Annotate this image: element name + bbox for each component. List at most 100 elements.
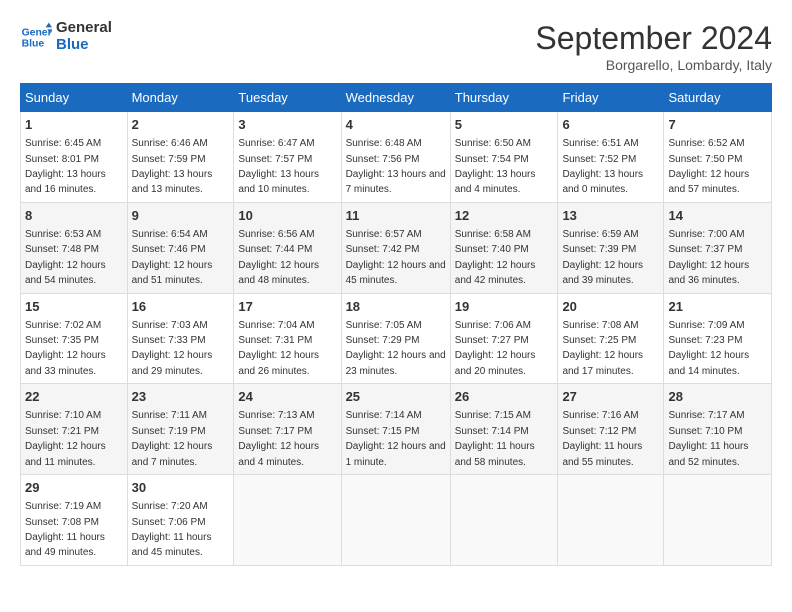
calendar-cell xyxy=(664,475,772,566)
calendar-table: SundayMondayTuesdayWednesdayThursdayFrid… xyxy=(20,83,772,566)
day-info: Sunrise: 6:51 AMSunset: 7:52 PMDaylight:… xyxy=(562,138,643,195)
location-subtitle: Borgarello, Lombardy, Italy xyxy=(535,57,772,73)
svg-text:Blue: Blue xyxy=(22,38,45,49)
header-monday: Monday xyxy=(127,84,234,112)
calendar-cell: 8 Sunrise: 6:53 AMSunset: 7:48 PMDayligh… xyxy=(21,202,128,293)
calendar-cell: 29 Sunrise: 7:19 AMSunset: 7:08 PMDaylig… xyxy=(21,475,128,566)
logo-icon: General Blue xyxy=(20,21,52,53)
day-info: Sunrise: 7:03 AMSunset: 7:33 PMDaylight:… xyxy=(132,320,213,377)
calendar-cell xyxy=(234,475,341,566)
calendar-cell: 19 Sunrise: 7:06 AMSunset: 7:27 PMDaylig… xyxy=(450,293,558,384)
calendar-cell: 3 Sunrise: 6:47 AMSunset: 7:57 PMDayligh… xyxy=(234,112,341,203)
calendar-cell: 20 Sunrise: 7:08 AMSunset: 7:25 PMDaylig… xyxy=(558,293,664,384)
calendar-cell: 1 Sunrise: 6:45 AMSunset: 8:01 PMDayligh… xyxy=(21,112,128,203)
day-number: 15 xyxy=(25,298,123,316)
calendar-week-4: 22 Sunrise: 7:10 AMSunset: 7:21 PMDaylig… xyxy=(21,384,772,475)
calendar-cell: 2 Sunrise: 6:46 AMSunset: 7:59 PMDayligh… xyxy=(127,112,234,203)
calendar-cell: 13 Sunrise: 6:59 AMSunset: 7:39 PMDaylig… xyxy=(558,202,664,293)
day-number: 17 xyxy=(238,298,336,316)
day-number: 7 xyxy=(668,116,767,134)
day-info: Sunrise: 7:16 AMSunset: 7:12 PMDaylight:… xyxy=(562,410,642,467)
calendar-cell: 5 Sunrise: 6:50 AMSunset: 7:54 PMDayligh… xyxy=(450,112,558,203)
day-info: Sunrise: 7:11 AMSunset: 7:19 PMDaylight:… xyxy=(132,410,213,467)
title-block: September 2024 Borgarello, Lombardy, Ita… xyxy=(535,20,772,73)
calendar-cell: 4 Sunrise: 6:48 AMSunset: 7:56 PMDayligh… xyxy=(341,112,450,203)
calendar-week-1: 1 Sunrise: 6:45 AMSunset: 8:01 PMDayligh… xyxy=(21,112,772,203)
header-thursday: Thursday xyxy=(450,84,558,112)
day-info: Sunrise: 6:47 AMSunset: 7:57 PMDaylight:… xyxy=(238,138,319,195)
day-number: 27 xyxy=(562,388,659,406)
calendar-week-5: 29 Sunrise: 7:19 AMSunset: 7:08 PMDaylig… xyxy=(21,475,772,566)
day-number: 4 xyxy=(346,116,446,134)
calendar-cell: 26 Sunrise: 7:15 AMSunset: 7:14 PMDaylig… xyxy=(450,384,558,475)
day-number: 18 xyxy=(346,298,446,316)
header-wednesday: Wednesday xyxy=(341,84,450,112)
day-info: Sunrise: 7:17 AMSunset: 7:10 PMDaylight:… xyxy=(668,410,748,467)
day-number: 10 xyxy=(238,207,336,225)
day-number: 5 xyxy=(455,116,554,134)
day-number: 11 xyxy=(346,207,446,225)
day-info: Sunrise: 7:06 AMSunset: 7:27 PMDaylight:… xyxy=(455,320,536,377)
day-info: Sunrise: 6:59 AMSunset: 7:39 PMDaylight:… xyxy=(562,229,643,286)
header-friday: Friday xyxy=(558,84,664,112)
calendar-week-3: 15 Sunrise: 7:02 AMSunset: 7:35 PMDaylig… xyxy=(21,293,772,384)
calendar-cell: 28 Sunrise: 7:17 AMSunset: 7:10 PMDaylig… xyxy=(664,384,772,475)
calendar-cell xyxy=(341,475,450,566)
calendar-cell: 6 Sunrise: 6:51 AMSunset: 7:52 PMDayligh… xyxy=(558,112,664,203)
day-info: Sunrise: 6:56 AMSunset: 7:44 PMDaylight:… xyxy=(238,229,319,286)
calendar-cell: 24 Sunrise: 7:13 AMSunset: 7:17 PMDaylig… xyxy=(234,384,341,475)
day-number: 19 xyxy=(455,298,554,316)
calendar-cell: 18 Sunrise: 7:05 AMSunset: 7:29 PMDaylig… xyxy=(341,293,450,384)
logo: General Blue General Blue xyxy=(20,20,112,53)
day-info: Sunrise: 7:04 AMSunset: 7:31 PMDaylight:… xyxy=(238,320,319,377)
day-info: Sunrise: 6:58 AMSunset: 7:40 PMDaylight:… xyxy=(455,229,536,286)
day-number: 24 xyxy=(238,388,336,406)
calendar-cell: 17 Sunrise: 7:04 AMSunset: 7:31 PMDaylig… xyxy=(234,293,341,384)
day-number: 2 xyxy=(132,116,230,134)
day-number: 28 xyxy=(668,388,767,406)
calendar-cell: 10 Sunrise: 6:56 AMSunset: 7:44 PMDaylig… xyxy=(234,202,341,293)
calendar-cell: 23 Sunrise: 7:11 AMSunset: 7:19 PMDaylig… xyxy=(127,384,234,475)
calendar-cell: 7 Sunrise: 6:52 AMSunset: 7:50 PMDayligh… xyxy=(664,112,772,203)
day-info: Sunrise: 7:10 AMSunset: 7:21 PMDaylight:… xyxy=(25,410,106,467)
day-info: Sunrise: 7:19 AMSunset: 7:08 PMDaylight:… xyxy=(25,501,105,558)
header-sunday: Sunday xyxy=(21,84,128,112)
day-info: Sunrise: 7:02 AMSunset: 7:35 PMDaylight:… xyxy=(25,320,106,377)
calendar-cell: 14 Sunrise: 7:00 AMSunset: 7:37 PMDaylig… xyxy=(664,202,772,293)
day-number: 30 xyxy=(132,479,230,497)
day-info: Sunrise: 6:45 AMSunset: 8:01 PMDaylight:… xyxy=(25,138,106,195)
day-number: 13 xyxy=(562,207,659,225)
calendar-cell: 22 Sunrise: 7:10 AMSunset: 7:21 PMDaylig… xyxy=(21,384,128,475)
day-info: Sunrise: 6:52 AMSunset: 7:50 PMDaylight:… xyxy=(668,138,749,195)
day-info: Sunrise: 7:13 AMSunset: 7:17 PMDaylight:… xyxy=(238,410,319,467)
day-number: 26 xyxy=(455,388,554,406)
day-number: 6 xyxy=(562,116,659,134)
month-title: September 2024 xyxy=(535,20,772,57)
logo-line1: General xyxy=(56,20,112,37)
calendar-week-2: 8 Sunrise: 6:53 AMSunset: 7:48 PMDayligh… xyxy=(21,202,772,293)
day-number: 25 xyxy=(346,388,446,406)
calendar-cell: 25 Sunrise: 7:14 AMSunset: 7:15 PMDaylig… xyxy=(341,384,450,475)
day-info: Sunrise: 6:53 AMSunset: 7:48 PMDaylight:… xyxy=(25,229,106,286)
day-number: 21 xyxy=(668,298,767,316)
day-number: 12 xyxy=(455,207,554,225)
day-number: 1 xyxy=(25,116,123,134)
day-info: Sunrise: 7:08 AMSunset: 7:25 PMDaylight:… xyxy=(562,320,643,377)
day-number: 20 xyxy=(562,298,659,316)
calendar-cell xyxy=(558,475,664,566)
day-number: 9 xyxy=(132,207,230,225)
header-tuesday: Tuesday xyxy=(234,84,341,112)
day-info: Sunrise: 6:54 AMSunset: 7:46 PMDaylight:… xyxy=(132,229,213,286)
page-header: General Blue General Blue September 2024… xyxy=(20,20,772,73)
calendar-cell: 12 Sunrise: 6:58 AMSunset: 7:40 PMDaylig… xyxy=(450,202,558,293)
day-info: Sunrise: 6:46 AMSunset: 7:59 PMDaylight:… xyxy=(132,138,213,195)
calendar-cell: 15 Sunrise: 7:02 AMSunset: 7:35 PMDaylig… xyxy=(21,293,128,384)
day-number: 3 xyxy=(238,116,336,134)
day-info: Sunrise: 7:20 AMSunset: 7:06 PMDaylight:… xyxy=(132,501,212,558)
day-info: Sunrise: 7:00 AMSunset: 7:37 PMDaylight:… xyxy=(668,229,749,286)
calendar-header-row: SundayMondayTuesdayWednesdayThursdayFrid… xyxy=(21,84,772,112)
day-number: 22 xyxy=(25,388,123,406)
calendar-cell: 9 Sunrise: 6:54 AMSunset: 7:46 PMDayligh… xyxy=(127,202,234,293)
day-info: Sunrise: 7:09 AMSunset: 7:23 PMDaylight:… xyxy=(668,320,749,377)
calendar-cell xyxy=(450,475,558,566)
